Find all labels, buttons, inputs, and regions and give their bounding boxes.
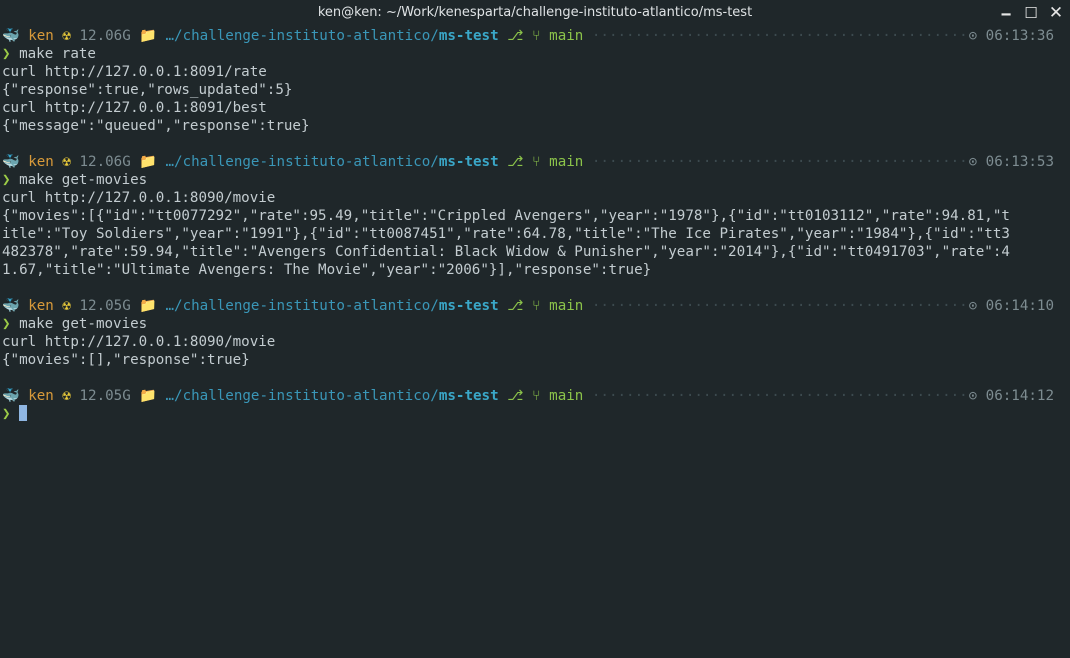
- command-text: make get-movies: [19, 316, 148, 332]
- git-branch: main: [549, 298, 584, 314]
- docker-whale-icon: 🐳: [2, 298, 20, 314]
- git-icon: ⎇: [507, 298, 524, 314]
- git-icon: ⎇: [507, 154, 524, 170]
- folder-icon: 📁: [139, 388, 157, 404]
- git-branch: main: [549, 154, 584, 170]
- command-text: make get-movies: [19, 172, 148, 188]
- prompt-chevron-icon: ❯: [2, 316, 11, 332]
- prompt-time: ⊙ 06:13:53: [969, 153, 1054, 171]
- docker-whale-icon: 🐳: [2, 388, 20, 404]
- prompt-user: ken: [28, 388, 54, 404]
- output-line: {"movies":[],"response":true}: [2, 352, 250, 368]
- prompt-user: ken: [28, 298, 54, 314]
- prompt-filler-dots: ········································…: [591, 28, 968, 44]
- prompt-chevron-icon: ❯: [2, 406, 11, 422]
- prompt-time-value: 06:14:12: [985, 388, 1054, 404]
- prompt-time: ⊙ 06:14:10: [969, 297, 1054, 315]
- prompt-time-value: 06:14:10: [985, 298, 1054, 314]
- clock-icon: ⊙: [968, 298, 978, 314]
- command-line[interactable]: ❯ make rate: [2, 45, 1068, 63]
- close-icon[interactable]: ✕: [1045, 3, 1067, 23]
- output-line: {"response":true,"rows_updated":5}: [2, 82, 293, 98]
- git-branch: main: [549, 388, 584, 404]
- prompt-path-prefix: …/challenge-instituto-atlantico/: [165, 388, 439, 404]
- output-line: 482378","rate":59.94,"title":"Avengers C…: [2, 244, 1010, 260]
- output-line: {"movies":[{"id":"tt0077292","rate":95.4…: [2, 208, 1010, 224]
- command-line[interactable]: ❯ make get-movies: [2, 315, 1068, 333]
- git-branch: main: [549, 28, 584, 44]
- output-line: curl http://127.0.0.1:8090/movie: [2, 334, 276, 350]
- window-title: ken@ken: ~/Work/kenesparta/challenge-ins…: [317, 5, 753, 20]
- terminal-output[interactable]: 🐳 ken ☢ 12.06G 📁 …/challenge-instituto-a…: [2, 27, 1068, 423]
- radioactive-icon: ☢: [62, 154, 71, 170]
- memory-usage: 12.05G: [79, 298, 131, 314]
- branch-icon: ⑂: [532, 28, 541, 44]
- git-icon: ⎇: [507, 388, 524, 404]
- prompt-line: 🐳 ken ☢ 12.06G 📁 …/challenge-instituto-a…: [2, 27, 1068, 45]
- folder-icon: 📁: [139, 28, 157, 44]
- command-line[interactable]: ❯: [2, 405, 1068, 423]
- prompt-path-dir: ms-test: [438, 298, 499, 314]
- prompt-time-value: 06:13:53: [985, 154, 1054, 170]
- folder-icon: 📁: [139, 154, 157, 170]
- prompt-user: ken: [28, 154, 54, 170]
- clock-icon: ⊙: [968, 28, 978, 44]
- clock-icon: ⊙: [968, 154, 978, 170]
- output-line: curl http://127.0.0.1:8091/best: [2, 100, 267, 116]
- prompt-line: 🐳 ken ☢ 12.06G 📁 …/challenge-instituto-a…: [2, 153, 1068, 171]
- radioactive-icon: ☢: [62, 28, 71, 44]
- prompt-chevron-icon: ❯: [2, 172, 11, 188]
- prompt-filler-dots: ········································…: [591, 154, 968, 170]
- maximize-icon[interactable]: ☐: [1020, 3, 1042, 23]
- prompt-path-prefix: …/challenge-instituto-atlantico/: [165, 298, 439, 314]
- docker-whale-icon: 🐳: [2, 28, 20, 44]
- prompt-path-prefix: …/challenge-instituto-atlantico/: [165, 154, 439, 170]
- command-text: make rate: [19, 46, 96, 62]
- git-icon: ⎇: [507, 28, 524, 44]
- clock-icon: ⊙: [968, 388, 978, 404]
- minimize-icon[interactable]: 🗕: [995, 3, 1017, 23]
- prompt-path-prefix: …/challenge-instituto-atlantico/: [165, 28, 439, 44]
- prompt-time: ⊙ 06:14:12: [969, 387, 1054, 405]
- prompt-line: 🐳 ken ☢ 12.05G 📁 …/challenge-instituto-a…: [2, 297, 1068, 315]
- prompt-line: 🐳 ken ☢ 12.05G 📁 …/challenge-instituto-a…: [2, 387, 1068, 405]
- folder-icon: 📁: [139, 298, 157, 314]
- prompt-filler-dots: ········································…: [591, 298, 968, 314]
- prompt-time: ⊙ 06:13:36: [969, 27, 1054, 45]
- memory-usage: 12.06G: [79, 154, 131, 170]
- output-line: curl http://127.0.0.1:8090/movie: [2, 190, 276, 206]
- output-line: 1.67,"title":"Ultimate Avengers: The Mov…: [2, 262, 652, 278]
- prompt-filler-dots: ········································…: [591, 388, 968, 404]
- prompt-time-value: 06:13:36: [985, 28, 1054, 44]
- radioactive-icon: ☢: [62, 388, 71, 404]
- prompt-chevron-icon: ❯: [2, 46, 11, 62]
- output-line: curl http://127.0.0.1:8091/rate: [2, 64, 267, 80]
- terminal-window[interactable]: ken@ken: ~/Work/kenesparta/challenge-ins…: [0, 0, 1070, 658]
- prompt-user: ken: [28, 28, 54, 44]
- prompt-path-dir: ms-test: [438, 28, 499, 44]
- branch-icon: ⑂: [532, 298, 541, 314]
- output-line: {"message":"queued","response":true}: [2, 118, 310, 134]
- output-line: itle":"Toy Soldiers","year":"1991"},{"id…: [2, 226, 1010, 242]
- text-cursor[interactable]: [19, 405, 28, 421]
- memory-usage: 12.05G: [79, 388, 131, 404]
- title-bar[interactable]: ken@ken: ~/Work/kenesparta/challenge-ins…: [0, 0, 1070, 26]
- memory-usage: 12.06G: [79, 28, 131, 44]
- prompt-path-dir: ms-test: [438, 154, 499, 170]
- radioactive-icon: ☢: [62, 298, 71, 314]
- prompt-path-dir: ms-test: [438, 388, 499, 404]
- branch-icon: ⑂: [532, 154, 541, 170]
- docker-whale-icon: 🐳: [2, 154, 20, 170]
- branch-icon: ⑂: [532, 388, 541, 404]
- command-line[interactable]: ❯ make get-movies: [2, 171, 1068, 189]
